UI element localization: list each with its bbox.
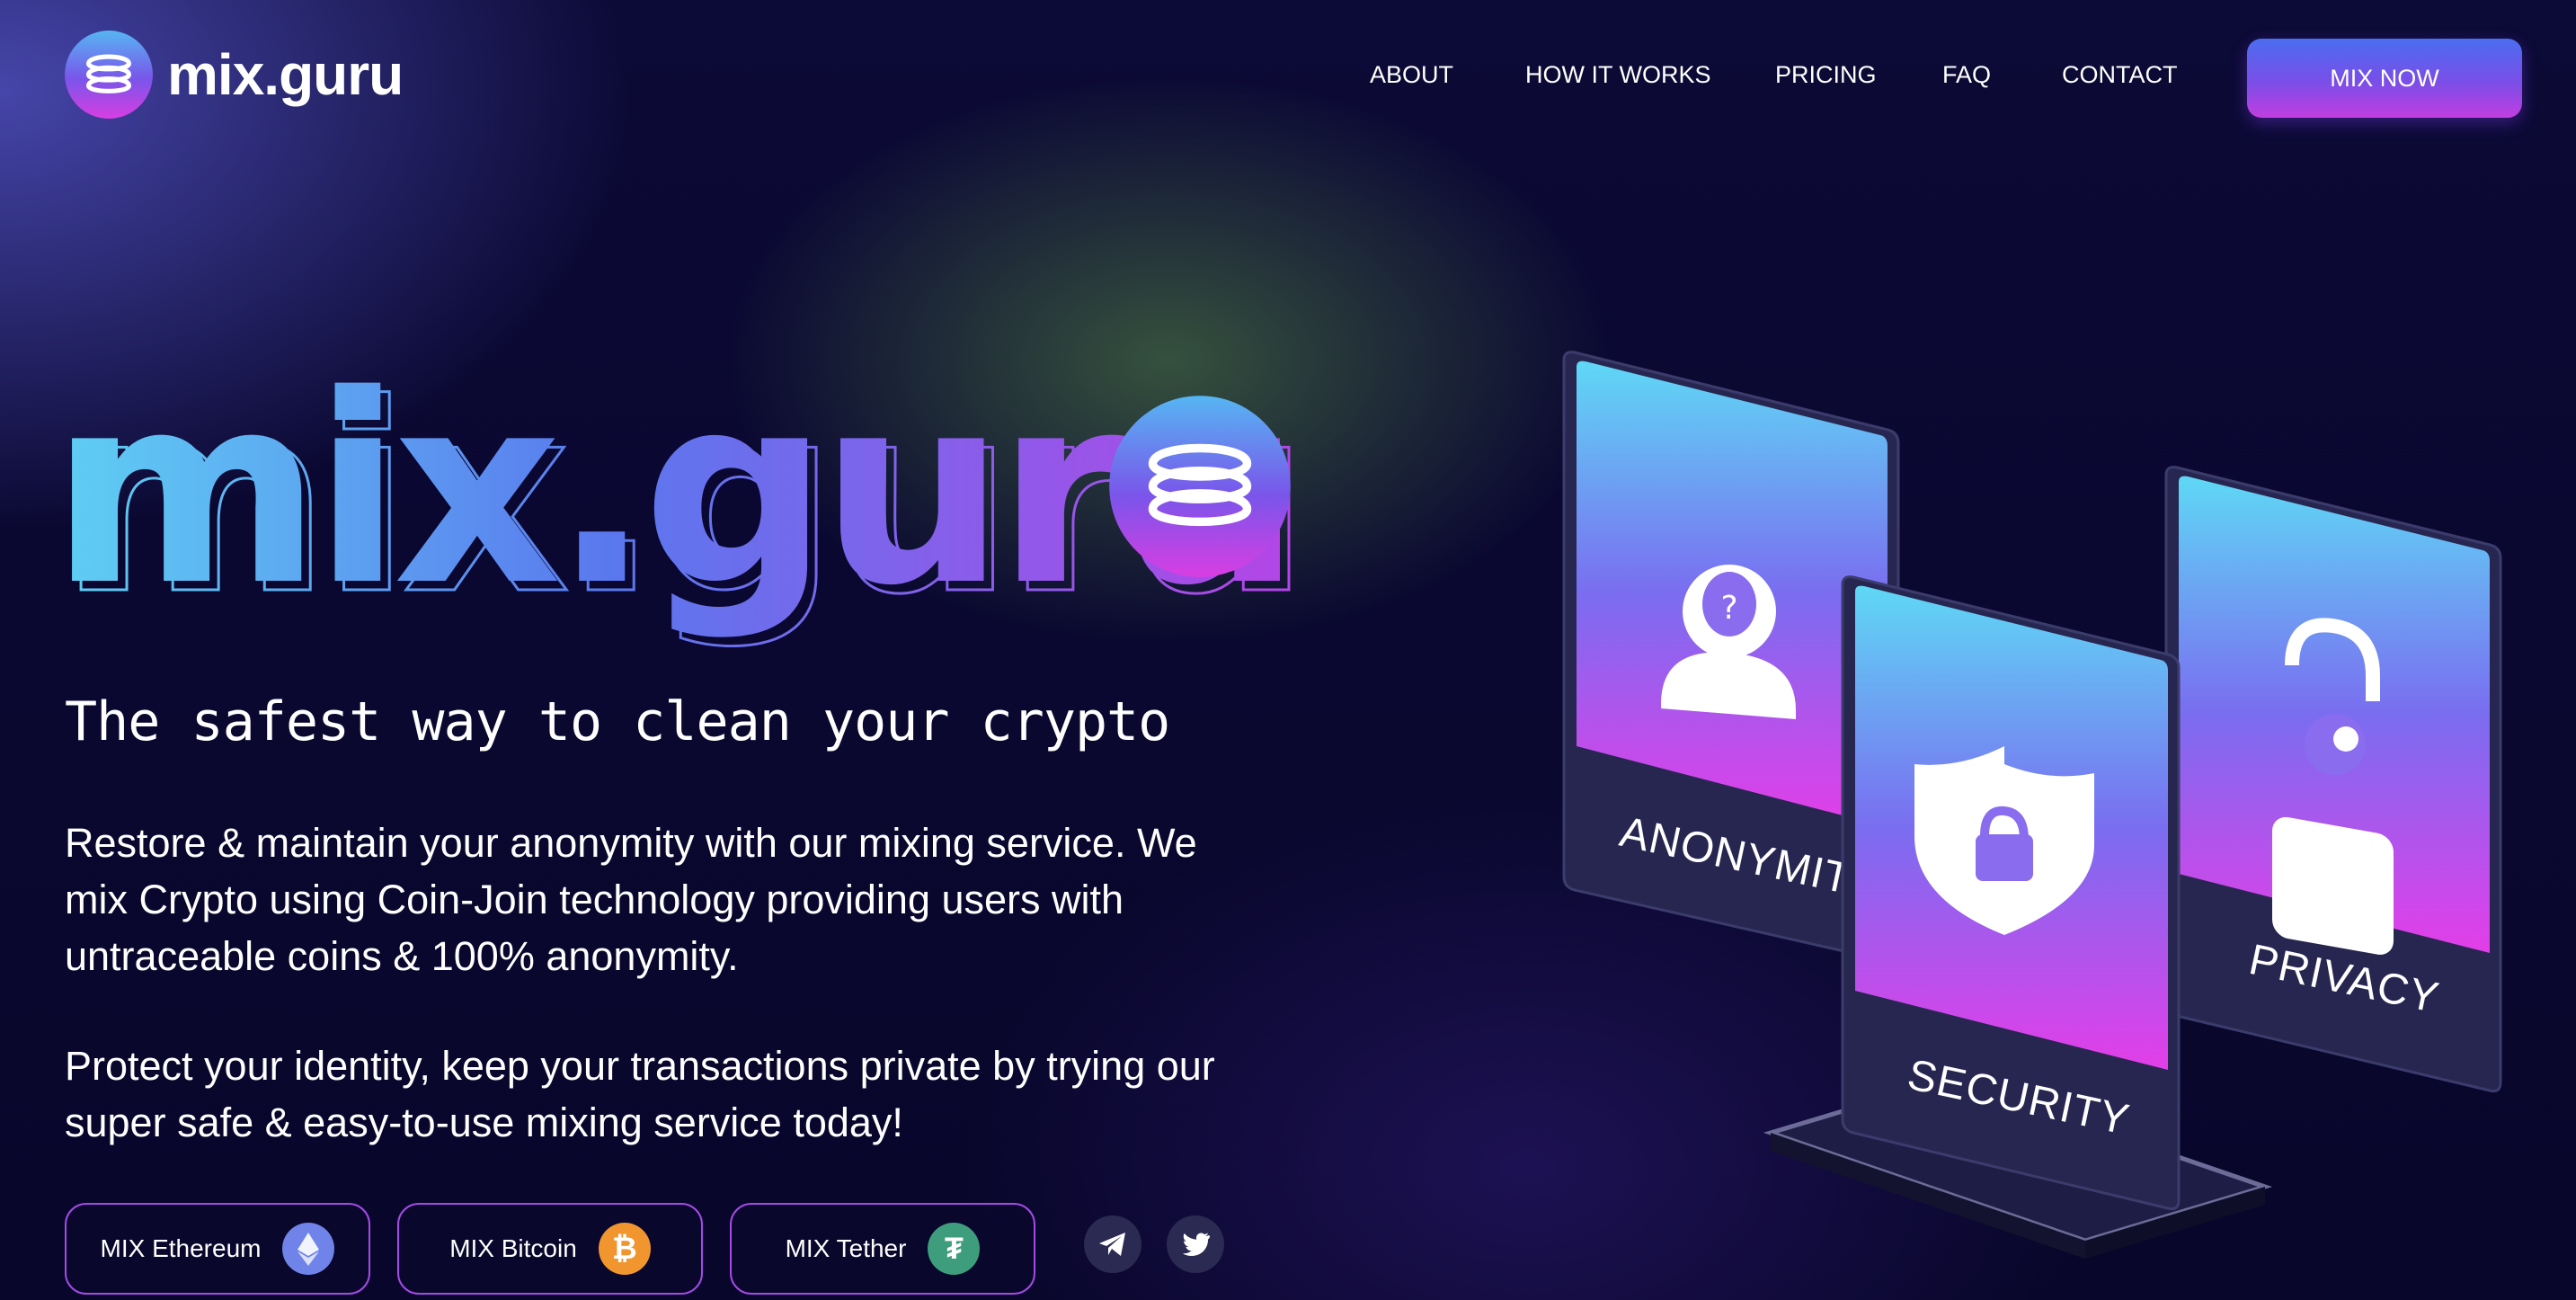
nav-about[interactable]: ABOUT (1370, 61, 1453, 89)
mix-bitcoin-button[interactable]: MIX Bitcoin ₿ (397, 1203, 703, 1295)
mix-ethereum-button[interactable]: MIX Ethereum (65, 1203, 370, 1295)
nav-faq[interactable]: FAQ (1942, 61, 1991, 89)
bitcoin-icon: ₿ (598, 1223, 651, 1275)
tether-icon: ₮ (928, 1223, 981, 1275)
ethereum-icon (282, 1223, 335, 1275)
twitter-link[interactable] (1167, 1215, 1224, 1273)
card-privacy: PRIVACY (2164, 466, 2502, 1093)
twitter-icon (1182, 1233, 1210, 1256)
header-logo[interactable]: mix.guru (63, 29, 404, 120)
logo-text: mix.guru (167, 42, 404, 107)
mix-bitcoin-label: MIX Bitcoin (449, 1234, 577, 1262)
nav-pricing[interactable]: PRICING (1775, 61, 1877, 89)
card-security: SECURITY (1841, 575, 2181, 1211)
hero-paragraph-1: Restore & maintain your anonymity with o… (65, 820, 1197, 979)
mix-now-button[interactable]: MIX NOW (2247, 39, 2522, 118)
mix-ethereum-label: MIX Ethereum (100, 1234, 262, 1262)
security-cards-illustration: ? ANONYMITY PRIVACY SECURITY (1562, 351, 2502, 1259)
nav-contact[interactable]: CONTACT (2062, 61, 2178, 89)
telegram-icon (1099, 1233, 1125, 1256)
mix-tether-button[interactable]: MIX Tether ₮ (730, 1203, 1035, 1295)
logo-icon (65, 31, 153, 119)
mix-tether-label: MIX Tether (785, 1234, 907, 1262)
site-header: mix.guru ABOUT HOW IT WORKS PRICING FAQ … (0, 0, 2576, 162)
nav-how-it-works[interactable]: HOW IT WORKS (1525, 61, 1711, 89)
hero-logo-badge (1109, 396, 1291, 577)
telegram-link[interactable] (1084, 1215, 1141, 1273)
hero-tagline: The safest way to clean your crypto (65, 690, 1170, 753)
hero-paragraph-2: Protect your identity, keep your transac… (65, 1043, 1215, 1145)
svg-text:?: ? (1720, 590, 1737, 627)
